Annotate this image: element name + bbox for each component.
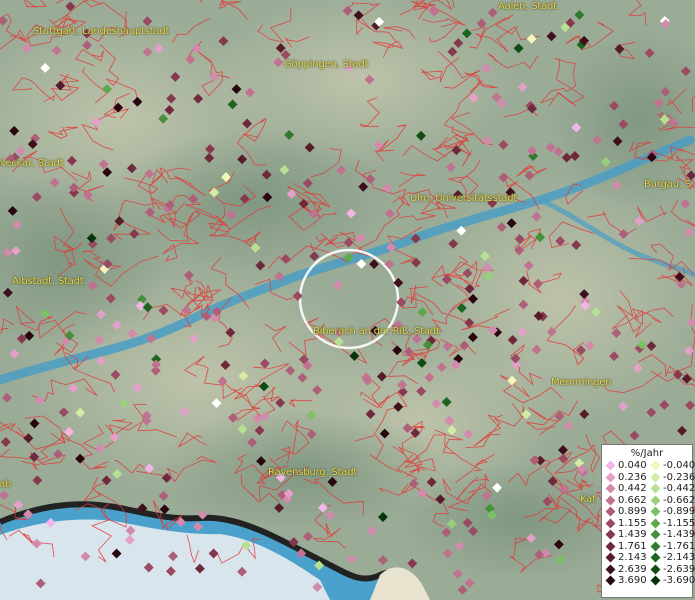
legend-swatch-positive	[605, 460, 616, 471]
legend-row: 0.236 -0.236	[602, 471, 695, 484]
city-label-biberach: Biberach an der Riß, Stadt	[313, 326, 440, 337]
legend-swatch-negative	[650, 552, 661, 563]
legend-swatch-negative	[650, 460, 661, 471]
map-view[interactable]: Aalen, Stadt Stuttgart, Landeshauptstadt…	[0, 0, 695, 600]
legend-value-negative: -0.899	[663, 506, 695, 517]
legend-value-negative: -0.040	[663, 460, 695, 471]
legend-value-negative: -2.143	[663, 552, 695, 563]
legend-row: 0.040 -0.040	[602, 460, 695, 472]
city-label-goeppingen: Göppingen, Stadt	[284, 59, 369, 70]
city-label-albstadt: Albstadt, Stadt	[12, 276, 84, 287]
legend-swatch-negative	[650, 529, 661, 540]
legend-value-positive: 0.040	[618, 460, 647, 471]
legend-value-positive: 1.155	[618, 517, 647, 529]
legend-swatch-positive	[605, 483, 616, 494]
legend-row: 0.899 -0.899	[602, 506, 695, 518]
legend-swatch-positive	[605, 575, 616, 586]
city-label-ab: ab	[0, 479, 12, 490]
legend-row: 1.155 -1.155	[602, 517, 695, 530]
legend-row: 1.761 -1.761	[602, 540, 695, 553]
legend-swatch-negative	[650, 472, 661, 482]
city-label-ulm: Ulm, Universitätsstadt	[410, 193, 518, 204]
legend-value-negative: -1.439	[663, 529, 695, 540]
legend-swatch-negative	[650, 506, 661, 517]
legend-swatch-negative	[650, 564, 661, 574]
city-label-ravensburg: Ravensburg, Stadt	[268, 467, 358, 478]
legend-value-positive: 0.236	[618, 471, 647, 483]
legend-row: 2.143 -2.143	[602, 552, 695, 564]
legend-value-positive: 1.761	[618, 540, 647, 552]
legend-value-negative: -0.442	[663, 483, 695, 494]
legend-swatch-positive	[605, 529, 616, 540]
legend-swatch-negative	[650, 541, 661, 551]
legend-swatch-positive	[605, 495, 616, 505]
city-label-aalen: Aalen, Stadt	[498, 1, 557, 12]
legend-swatch-negative	[650, 483, 661, 494]
map-canvas[interactable]	[0, 0, 695, 600]
legend-value-negative: -1.761	[663, 540, 695, 552]
legend-value-negative: -0.236	[663, 471, 695, 483]
legend-value-positive: 2.143	[618, 552, 647, 563]
legend-swatch-positive	[605, 472, 616, 482]
city-label-burgau: Burgau, S	[644, 179, 691, 190]
legend-swatch-positive	[605, 506, 616, 517]
legend-value-negative: -0.662	[663, 494, 695, 506]
legend-value-positive: 1.439	[618, 529, 647, 540]
legend-value-positive: 0.899	[618, 506, 647, 517]
legend-swatch-positive	[605, 518, 616, 528]
legend-row: 0.442 -0.442	[602, 483, 695, 495]
legend-row: 3.690 -3.690	[602, 575, 695, 587]
legend-value-negative: -1.155	[663, 517, 695, 529]
legend-panel: %/Jahr 0.040 -0.040 0.236 -0.236 0.442 -0.442…	[601, 444, 695, 598]
legend-swatch-positive	[605, 564, 616, 574]
legend-value-positive: 0.442	[618, 483, 647, 494]
legend-title: %/Jahr	[630, 448, 664, 459]
city-label-memmingen: Memmingen	[551, 377, 612, 388]
legend-value-negative: -3.690	[663, 575, 695, 586]
city-label-neckar: Neckar, Stadt	[0, 158, 64, 169]
legend-swatch-positive	[605, 552, 616, 563]
city-label-stuttgart: Stuttgart, Landeshauptstadt	[33, 26, 170, 37]
legend-row: 1.439 -1.439	[602, 529, 695, 541]
legend-swatch-negative	[650, 518, 661, 528]
legend-value-negative: -2.639	[663, 563, 695, 575]
legend-value-positive: 2.639	[618, 563, 647, 575]
legend-swatch-positive	[605, 541, 616, 551]
legend-swatch-negative	[650, 495, 661, 505]
legend-value-positive: 0.662	[618, 494, 647, 506]
legend-value-positive: 3.690	[618, 575, 647, 586]
city-label-kat: Kat	[580, 494, 596, 505]
legend-row: 2.639 -2.639	[602, 563, 695, 576]
legend-row: 0.662 -0.662	[602, 494, 695, 507]
legend-swatch-negative	[650, 575, 661, 586]
